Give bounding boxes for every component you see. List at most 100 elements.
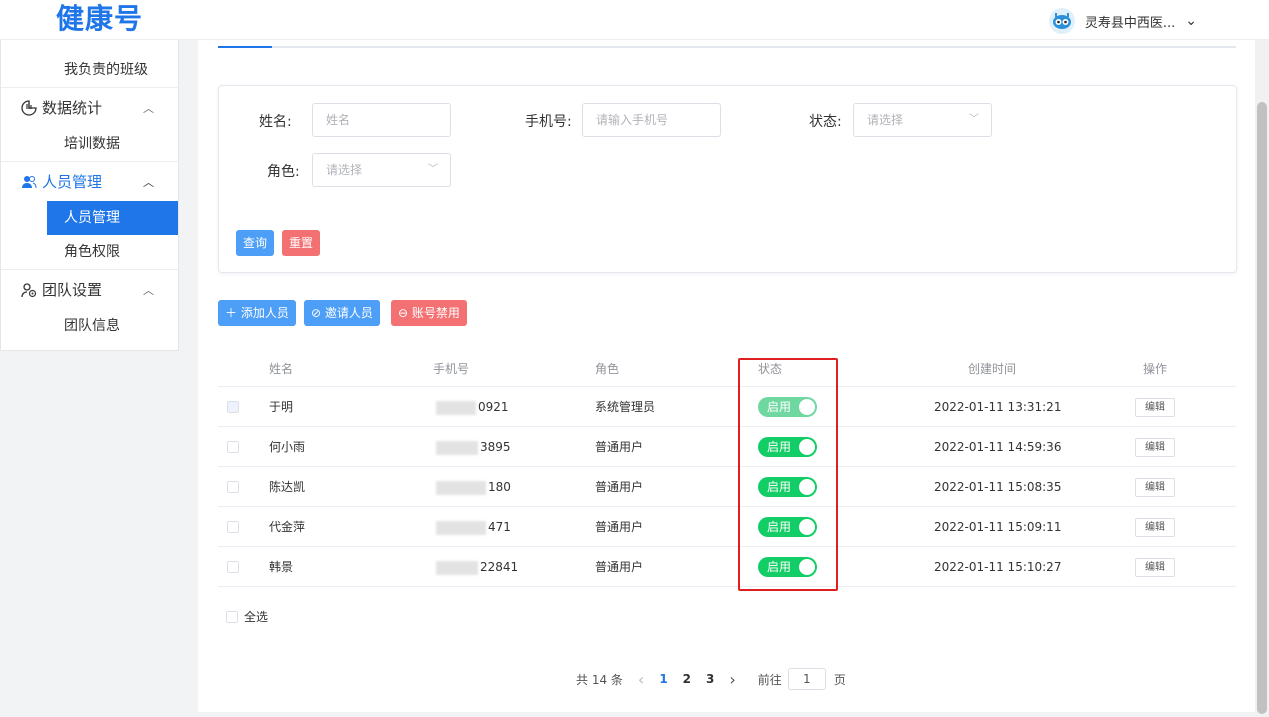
phone-tail: 3895 [480, 440, 511, 454]
cell-role: 普通用户 [595, 440, 644, 454]
page-3[interactable]: 3 [706, 672, 714, 686]
edit-button[interactable]: 编辑 [1135, 558, 1175, 577]
page-2[interactable]: 2 [683, 672, 691, 686]
sidebar-group-staff[interactable]: 人员管理 ︿ [1, 161, 178, 201]
name-input[interactable]: 姓名 [312, 103, 451, 137]
chevron-down-icon[interactable]: ⌄ [1185, 14, 1197, 28]
reset-button[interactable]: 重置 [282, 230, 321, 256]
scrollbar[interactable] [1255, 40, 1269, 717]
sidebar-group-label: 人员管理 [42, 173, 103, 191]
select-all-label: 全选 [244, 610, 269, 624]
cell-phone: 22841 [436, 547, 518, 587]
status-label: 状态: [809, 114, 842, 130]
status-select[interactable]: 请选择 ﹀ [853, 103, 992, 137]
masked-phone [436, 480, 486, 495]
cell-name: 代金萍 [269, 520, 306, 534]
staff-table: 姓名 手机号 角色 状态 创建时间 操作 于明 0921 系统管理员 启用 20… [218, 352, 1236, 587]
cell-role: 普通用户 [595, 560, 644, 574]
cell-created: 2022-01-11 13:31:21 [934, 400, 1062, 414]
invite-user-label: 邀请人员 [324, 306, 373, 320]
add-user-button[interactable]: ＋ 添加人员 [218, 300, 296, 326]
avatar[interactable] [1048, 8, 1075, 34]
cell-phone: 471 [436, 507, 511, 547]
query-button[interactable]: 查询 [236, 230, 275, 256]
ban-icon: ⊖ [398, 306, 412, 320]
goto-page-input[interactable]: 1 [787, 668, 826, 690]
chevron-down-icon: ﹀ [428, 164, 438, 175]
table-row: 陈达凯 180 普通用户 启用 2022-01-11 15:08:35 编辑 [218, 467, 1236, 507]
select-all[interactable]: 全选 [226, 608, 268, 625]
table-row: 韩景 22841 普通用户 启用 2022-01-11 15:10:27 编辑 [218, 547, 1236, 587]
disable-account-button[interactable]: ⊖ 账号禁用 [391, 300, 467, 326]
phone-tail: 0921 [478, 400, 509, 414]
row-checkbox[interactable] [227, 521, 239, 533]
chart-icon [21, 99, 37, 116]
sidebar: 我负责的班级 数据统计 ︿ 培训数据 人员管理 ︿ 人员管理 角色权限 团队设置… [0, 40, 179, 351]
select-all-checkbox[interactable] [226, 610, 238, 623]
sidebar-item-role-permissions[interactable]: 角色权限 [1, 235, 178, 269]
users-icon [22, 175, 37, 188]
main-panel: 姓名: 姓名 手机号: 请输入手机号 状态: 请选择 ﹀ 角色: 请选择 ﹀ 查询 … [198, 40, 1255, 712]
edit-button[interactable]: 编辑 [1135, 478, 1175, 497]
active-tab-indicator [218, 46, 272, 48]
cell-created: 2022-01-11 15:10:27 [934, 560, 1062, 574]
role-label: 角色: [267, 164, 300, 180]
masked-phone [436, 400, 476, 415]
next-page-button[interactable]: › [729, 670, 735, 689]
sidebar-group-stats[interactable]: 数据统计 ︿ [1, 87, 178, 127]
sidebar-item-team-info[interactable]: 团队信息 [1, 309, 178, 343]
row-checkbox[interactable] [227, 401, 239, 413]
role-select-value: 请选择 [326, 163, 363, 177]
scrollbar-thumb[interactable] [1257, 102, 1267, 714]
page-1[interactable]: 1 [659, 672, 667, 686]
table-row: 于明 0921 系统管理员 启用 2022-01-11 13:31:21 编辑 [218, 387, 1236, 427]
sidebar-item-training-data[interactable]: 培训数据 [1, 127, 178, 161]
cell-name: 何小雨 [269, 440, 306, 454]
invite-user-button[interactable]: ⊘ 邀请人员 [304, 300, 380, 326]
edit-button[interactable]: 编辑 [1135, 518, 1175, 537]
chevron-down-icon: ﹀ [969, 114, 979, 125]
phone-tail: 471 [488, 520, 511, 534]
row-checkbox[interactable] [227, 561, 239, 573]
edit-button[interactable]: 编辑 [1135, 438, 1175, 457]
phone-label: 手机号: [525, 114, 572, 130]
disable-account-label: 账号禁用 [411, 306, 460, 320]
sidebar-group-team[interactable]: 团队设置 ︿ [1, 269, 178, 309]
name-label: 姓名: [259, 114, 292, 130]
chevron-up-icon: ︿ [143, 102, 154, 115]
edit-button[interactable]: 编辑 [1135, 398, 1175, 417]
sidebar-group-label: 团队设置 [42, 281, 103, 299]
row-checkbox[interactable] [227, 441, 239, 453]
prev-page-button[interactable]: ‹ [638, 670, 644, 689]
masked-phone [436, 440, 478, 455]
add-user-label: 添加人员 [240, 306, 289, 320]
pagination: 共 14 条 ‹ 1 2 3 › 前往 1 页 [576, 668, 861, 690]
header-role: 角色 [595, 362, 620, 376]
header-phone: 手机号 [433, 362, 470, 376]
pagination-total: 共 14 条 [576, 672, 623, 687]
sidebar-item-staff-management[interactable]: 人员管理 [47, 201, 178, 235]
header-name: 姓名 [269, 362, 294, 376]
filter-panel: 姓名: 姓名 手机号: 请输入手机号 状态: 请选择 ﹀ 角色: 请选择 ﹀ 查询 … [218, 85, 1237, 273]
status-highlight-box [738, 358, 838, 591]
status-select-value: 请选择 [867, 113, 904, 127]
sidebar-item-my-classes[interactable]: 我负责的班级 [1, 53, 178, 87]
header-created: 创建时间 [968, 362, 1017, 376]
table-row: 何小雨 3895 普通用户 启用 2022-01-11 14:59:36 编辑 [218, 427, 1236, 467]
goto-suffix: 页 [833, 672, 846, 687]
phone-input[interactable]: 请输入手机号 [582, 103, 721, 137]
cell-created: 2022-01-11 15:08:35 [934, 480, 1062, 494]
goto-prefix: 前往 [757, 672, 782, 687]
masked-phone [436, 520, 486, 535]
cell-phone: 180 [436, 467, 511, 507]
user-name[interactable]: 灵寿县中西医... [1085, 12, 1175, 31]
cell-role: 普通用户 [595, 520, 644, 534]
cell-name: 韩景 [269, 560, 294, 574]
row-checkbox[interactable] [227, 481, 239, 493]
app-logo[interactable]: 健康号 [56, 0, 143, 38]
cell-role: 普通用户 [595, 480, 644, 494]
masked-phone [436, 560, 478, 575]
cell-name: 陈达凯 [269, 480, 306, 494]
user-menu[interactable]: 灵寿县中西医... ⌄ [1048, 8, 1197, 34]
role-select[interactable]: 请选择 ﹀ [312, 153, 451, 187]
